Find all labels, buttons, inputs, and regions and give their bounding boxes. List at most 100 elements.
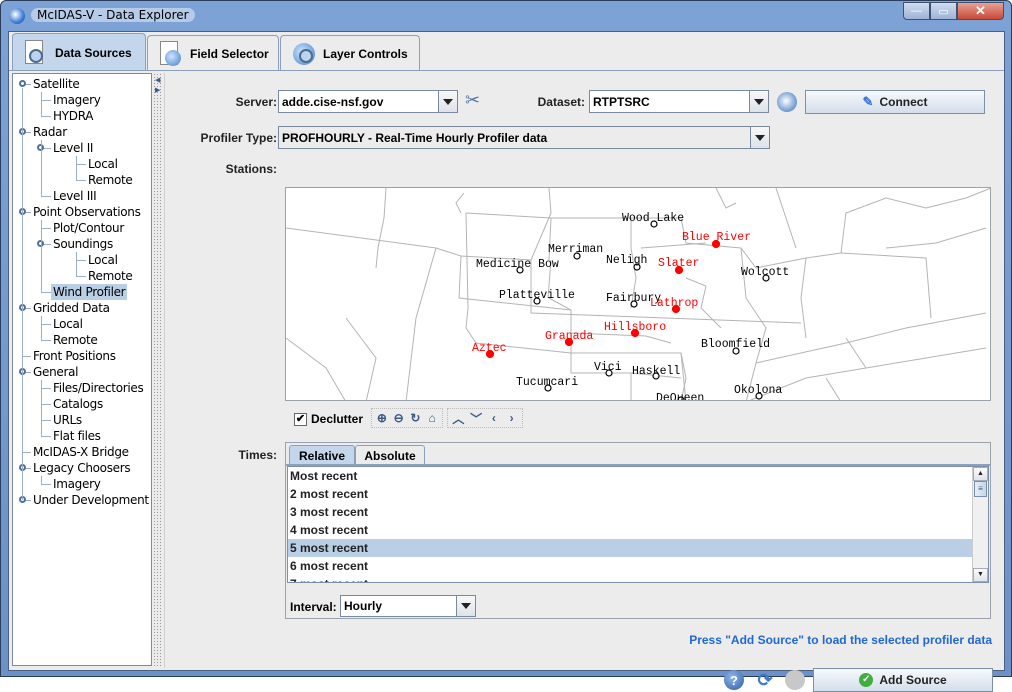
tab-layer-controls[interactable]: Layer Controls [280,35,420,71]
station-label[interactable]: Merriman [548,243,603,256]
title-bar[interactable]: McIDAS-V - Data Explorer — ▭ ✕ [1,1,1011,31]
relative-times-list[interactable]: Most recent 2 most recent 3 most recent 4 m… [287,466,989,583]
station-label[interactable]: Vici [594,361,622,374]
tree-item[interactable]: Local [88,252,118,268]
tree-item[interactable]: Local [88,156,118,172]
tree-item[interactable]: Remote [88,268,133,284]
minimize-button[interactable]: — [903,2,930,20]
dataset-search-icon[interactable] [777,92,797,112]
tab-data-sources[interactable]: Data Sources [12,33,146,71]
station-label[interactable]: Medicine Bow [476,258,559,271]
time-list-item[interactable]: 4 most recent [288,521,988,539]
refresh-icon[interactable]: ⟳ [755,670,775,690]
tree-item[interactable]: Radar [33,124,67,140]
tree-expanded-handle-icon[interactable] [19,80,26,87]
pan-up-icon[interactable]: ︿ [451,410,466,426]
station-map-canvas[interactable]: Wood Lake Blue River Merriman Medicine Bow N… [286,188,991,401]
chevron-down-icon[interactable] [749,91,768,112]
pan-down-icon[interactable]: ﹀ [469,410,484,426]
tree-connector [41,316,42,340]
chevron-down-icon[interactable] [438,91,457,112]
zoom-out-icon[interactable]: ⊖ [392,410,406,426]
tab-field-selector[interactable]: Field Selector [147,35,279,71]
station-label[interactable]: DeQueen [656,392,704,401]
tree-item[interactable]: Imagery [53,476,101,492]
station-label[interactable]: Granada [545,330,593,343]
tree-item[interactable]: Front Positions [33,348,116,364]
times-scrollbar[interactable]: ▲ ≡ ▼ [972,467,988,582]
chevron-down-icon[interactable] [750,127,769,148]
chevron-down-icon[interactable] [456,596,475,616]
time-list-item[interactable]: 2 most recent [288,485,988,503]
tree-item[interactable]: McIDAS-X Bridge [33,444,129,460]
tree-item[interactable]: Satellite [33,76,80,92]
tree-item[interactable]: HYDRA [53,108,93,124]
tree-item[interactable]: Plot/Contour [53,220,124,236]
tab-relative[interactable]: Relative [289,445,355,465]
tree-item[interactable]: Wind Profiler [51,284,128,300]
station-label[interactable]: Hillsboro [604,321,666,334]
dataset-combo[interactable]: RTPTSRC [589,90,769,113]
server-label: Server: [235,95,277,109]
tree-item[interactable]: Local [53,316,83,332]
scroll-down-icon[interactable]: ▼ [973,568,988,582]
help-icon[interactable]: ? [724,670,744,690]
pan-left-icon[interactable]: ‹ [487,410,502,426]
tree-item[interactable]: Files/Directories [53,380,144,396]
time-list-item[interactable]: 7 most recent [288,575,988,582]
pan-right-icon[interactable]: › [504,410,519,426]
station-label[interactable]: Bloomfield [701,338,770,351]
station-label[interactable]: Neligh [606,254,647,267]
home-icon[interactable]: ⌂ [425,410,439,426]
time-list-item[interactable]: Most recent [288,467,988,485]
station-label[interactable]: Slater [658,257,699,270]
station-label[interactable]: Wood Lake [622,212,684,225]
station-label[interactable]: Tucumcari [516,376,578,389]
cancel-stop-icon[interactable] [785,670,805,690]
station-label[interactable]: Haskell [632,365,680,378]
profiler-type-combo[interactable]: PROFHOURLY - Real-Time Hourly Profiler d… [278,126,770,149]
tab-absolute[interactable]: Absolute [355,445,425,465]
time-list-item[interactable]: 6 most recent [288,557,988,575]
maximize-button[interactable]: ▭ [930,2,957,20]
station-label[interactable]: Lathrop [650,297,698,310]
tree-item[interactable]: Gridded Data [33,300,110,316]
tree-item[interactable]: Level II [53,140,93,156]
tools-wrench-screwdriver-icon[interactable]: ✂ [465,90,480,111]
station-label[interactable]: Aztec [472,342,507,355]
station-label[interactable]: Blue River [682,231,751,244]
tree-connector [41,196,51,197]
tree-item[interactable]: Under Development [33,492,149,508]
server-combo[interactable]: adde.cise-nsf.gov [278,90,458,113]
connect-button[interactable]: ✎ Connect [805,90,985,114]
tree-item[interactable]: Level III [53,188,97,204]
add-source-hint: Press "Add Source" to load the selected … [689,633,992,647]
close-button[interactable]: ✕ [957,2,1004,20]
scroll-thumb[interactable]: ≡ [974,481,987,497]
reset-view-icon[interactable]: ↻ [409,410,423,426]
collapse-left-arrow-icon[interactable]: ◀ [155,76,160,84]
station-label[interactable]: Platteville [499,289,575,302]
scroll-up-icon[interactable]: ▲ [973,467,988,481]
tree-item[interactable]: Legacy Choosers [33,460,131,476]
zoom-in-icon[interactable]: ⊕ [375,410,389,426]
interval-combo[interactable]: Hourly [340,595,476,617]
time-list-item[interactable]: 5 most recent [288,539,988,557]
tree-item[interactable]: Remote [88,172,133,188]
split-pane-divider[interactable] [154,73,162,666]
tree-item[interactable]: Soundings [53,236,113,252]
tree-item[interactable]: General [33,364,79,380]
tree-item[interactable]: URLs [53,412,82,428]
tree-item[interactable]: Flat files [53,428,101,444]
time-list-item[interactable]: 3 most recent [288,503,988,521]
station-label[interactable]: Wolcott [741,266,789,279]
tree-item[interactable]: Point Observations [33,204,141,220]
add-source-button[interactable]: ✓ Add Source [813,668,993,692]
tree-item[interactable]: Imagery [53,92,101,108]
declutter-checkbox[interactable]: ✔ [294,413,307,426]
tree-item[interactable]: Catalogs [53,396,103,412]
station-label[interactable]: Okolona [734,384,782,397]
tree-item[interactable]: Remote [53,332,98,348]
expand-right-arrow-icon[interactable]: ▶ [155,86,160,94]
stations-map[interactable]: Wood Lake Blue River Merriman Medicine Bow N… [285,187,991,401]
